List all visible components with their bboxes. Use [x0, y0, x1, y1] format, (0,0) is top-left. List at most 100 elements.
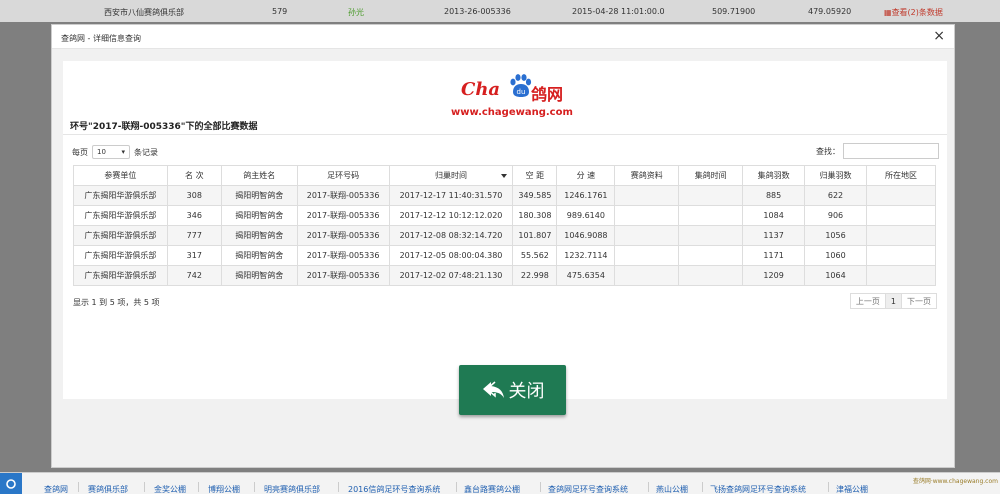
col-header-owner[interactable]: 鸽主姓名 [220, 165, 298, 186]
table-cell [865, 205, 937, 226]
table-cell: 2017-联翔-005336 [296, 205, 390, 226]
close-icon[interactable]: × [933, 29, 945, 43]
table-cell: 2017-联翔-005336 [296, 265, 390, 286]
bg-distance: 509.71900 [712, 7, 756, 16]
sort-desc-icon [501, 174, 508, 178]
bottom-link[interactable]: 飞扬查鸽网足环号查询系统 [710, 484, 806, 494]
bg-rank: 579 [272, 7, 288, 16]
table-cell: 346 [166, 205, 222, 226]
search-icon[interactable] [0, 473, 22, 494]
bottom-link[interactable]: 燕山公棚 [656, 484, 688, 494]
divider [456, 482, 457, 492]
bottom-link[interactable]: 博翔公棚 [208, 484, 240, 494]
bg-ring: 2013-26-005336 [444, 7, 511, 16]
table-cell: 22.998 [512, 265, 558, 286]
table-cell: 2017-联翔-005336 [296, 245, 390, 266]
col-header-distance[interactable]: 空 距 [512, 165, 558, 186]
col-header-return-time[interactable]: 归巢时间 [388, 165, 514, 186]
col-header-ring[interactable]: 足环号码 [296, 165, 390, 186]
table-cell: 1056 [804, 225, 867, 246]
close-button-label: 关闭 [508, 381, 545, 402]
table-cell: 揭阳明智鸽舍 [220, 205, 298, 226]
bottom-link[interactable]: 明亮赛鸽俱乐部 [264, 484, 320, 494]
bottom-link[interactable]: 鑫台路赛鸽公棚 [464, 484, 520, 494]
col-header-return-time-label: 归巢时间 [434, 171, 467, 180]
reply-arrow-icon [482, 381, 504, 398]
table-cell: 989.6140 [556, 205, 616, 226]
table-row: 广东揭阳华游俱乐部 308 揭阳明智鸽舍 2017-联翔-005336 2017-12-… [73, 185, 937, 206]
table-cell: 广东揭阳华游俱乐部 [73, 245, 168, 266]
caret-down-icon: ▾ [121, 148, 125, 156]
detail-modal: 查鸽网 - 详细信息查询 × Cha du 鸽网 www.chagewang.c… [51, 24, 955, 468]
col-header-collect-time[interactable]: 集鸽时间 [678, 165, 744, 186]
table-cell [865, 265, 937, 286]
table-cell: 180.308 [512, 205, 558, 226]
col-header-region[interactable]: 所在地区 [865, 165, 937, 186]
table-cell: 2017-12-12 10:12:12.020 [388, 205, 514, 226]
table-cell: 1209 [742, 265, 806, 286]
table-cell [614, 185, 680, 206]
table-cell: 广东揭阳华游俱乐部 [73, 185, 168, 206]
table-row: 广东揭阳华游俱乐部 317 揭阳明智鸽舍 2017-联翔-005336 2017-12-… [73, 245, 937, 266]
table-cell: 742 [166, 265, 222, 286]
page-size-select[interactable]: 10 ▾ [92, 145, 130, 159]
bg-speed: 479.05920 [808, 7, 852, 16]
modal-content: Cha du 鸽网 www.chagewang.com 环号"2017-联翔-0… [63, 61, 947, 415]
prev-page-button[interactable]: 上一页 [849, 293, 886, 309]
table-cell [678, 205, 744, 226]
divider [78, 482, 79, 492]
divider [254, 482, 255, 492]
logo-url: www.chagewang.com [451, 107, 573, 118]
bottom-link[interactable]: 津福公棚 [836, 484, 868, 494]
table-cell: 2017-12-08 08:32:14.720 [388, 225, 514, 246]
logo-cn-text: 鸽网 [531, 85, 564, 104]
page-size-value: 10 [97, 148, 106, 156]
table-cell: 349.585 [512, 185, 558, 206]
table-cell: 广东揭阳华游俱乐部 [73, 225, 168, 246]
divider [144, 482, 145, 492]
bottom-link-bar: 查鸽网 赛鸽俱乐部 金奖公棚 博翔公棚 明亮赛鸽俱乐部 2016信鸽足环号查询系… [0, 472, 1000, 494]
grid-icon: ▦ [884, 8, 892, 17]
search-label: 查找： [816, 146, 840, 156]
table-cell: 1246.1761 [556, 185, 616, 206]
bottom-link[interactable]: 查鸽网 [44, 484, 68, 494]
divider [63, 134, 947, 135]
table-cell: 101.807 [512, 225, 558, 246]
search-input[interactable] [843, 143, 939, 159]
watermark: 查鸽网·www.chagewang.com [912, 478, 998, 485]
bottom-link[interactable]: 金奖公棚 [154, 484, 186, 494]
table-cell: 1064 [804, 265, 867, 286]
table-cell: 622 [804, 185, 867, 206]
page-1-button[interactable]: 1 [884, 293, 902, 309]
modal-title: 查鸽网 - 详细信息查询 [61, 34, 141, 43]
table-cell [614, 205, 680, 226]
bottom-link[interactable]: 赛鸽俱乐部 [88, 484, 128, 494]
logo-paw-text: du [517, 88, 526, 96]
table-cell: 揭阳明智鸽舍 [220, 245, 298, 266]
table-cell [678, 185, 744, 206]
background-table-row: 西安市八仙赛鸽俱乐部 579 孙光 2013-26-005336 2015-04… [0, 0, 1000, 22]
bottom-link[interactable]: 查鸽网足环号查询系统 [548, 484, 628, 494]
pagination: 上一页 1 下一页 [849, 293, 937, 309]
col-header-rank[interactable]: 名 次 [166, 165, 222, 186]
close-button[interactable]: 关闭 [459, 365, 566, 415]
col-header-club[interactable]: 参赛单位 [73, 165, 168, 186]
col-header-return-count[interactable]: 归巢羽数 [804, 165, 867, 186]
bg-time: 2015-04-28 11:01:00.0 [572, 7, 665, 16]
table-header-row: 参赛单位 名 次 鸽主姓名 足环号码 归巢时间 空 距 分 速 赛鸽资料 集鸽时… [73, 165, 937, 186]
bottom-link[interactable]: 2016信鸽足环号查询系统 [348, 484, 440, 494]
col-header-collect-count[interactable]: 集鸽羽数 [742, 165, 806, 186]
table-cell: 55.562 [512, 245, 558, 266]
next-page-button[interactable]: 下一页 [901, 293, 937, 309]
table-cell [614, 245, 680, 266]
bg-view-link[interactable]: ▦查看(2)条数据 [884, 7, 943, 18]
divider [338, 482, 339, 492]
table-cell: 885 [742, 185, 806, 206]
divider [648, 482, 649, 492]
table-cell: 1046.9088 [556, 225, 616, 246]
col-header-speed[interactable]: 分 速 [556, 165, 616, 186]
col-header-pigeon-info[interactable]: 赛鸽资料 [614, 165, 680, 186]
divider [540, 482, 541, 492]
paw-icon: du [510, 74, 532, 97]
bg-owner[interactable]: 孙光 [348, 7, 364, 18]
